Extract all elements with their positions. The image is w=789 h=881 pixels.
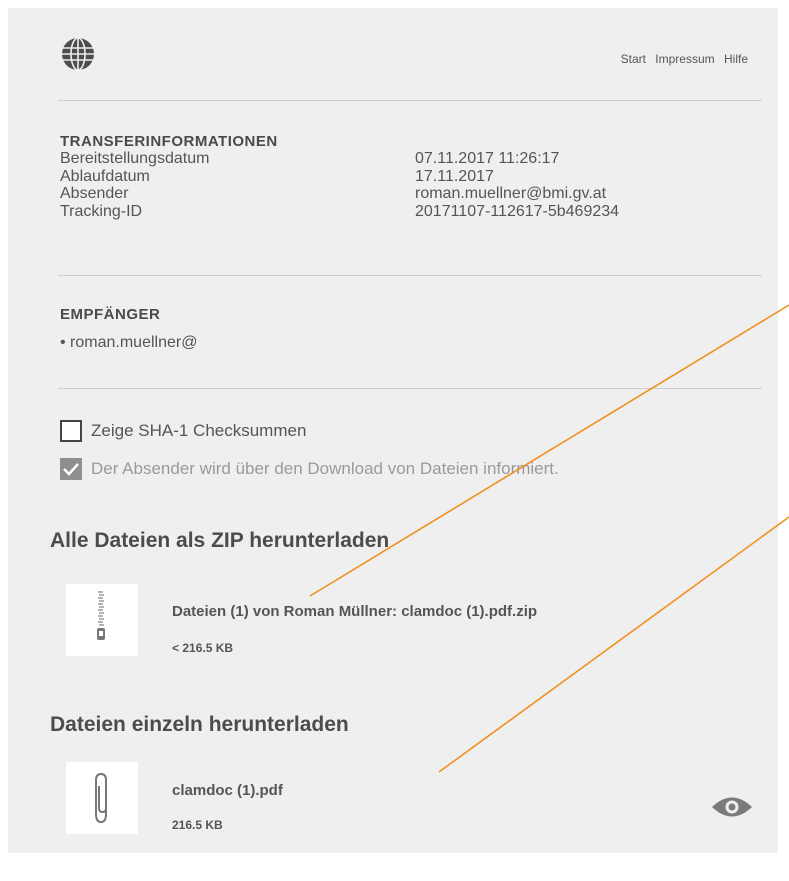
- info-value-absender: roman.muellner@bmi.gv.at: [415, 185, 607, 202]
- info-label-ablaufdatum: Ablaufdatum: [60, 168, 150, 185]
- zip-thumbnail[interactable]: [66, 584, 138, 656]
- paperclip-icon: [95, 772, 107, 824]
- zip-file-link[interactable]: Dateien (1) von Roman Müllner: clamdoc (…: [172, 603, 537, 620]
- nav-start-link[interactable]: Start: [621, 52, 646, 66]
- sha1-checkbox-label[interactable]: Zeige SHA-1 Checksummen: [91, 421, 306, 441]
- info-label-absender: Absender: [60, 185, 129, 202]
- nav-hilfe-link[interactable]: Hilfe: [724, 52, 748, 66]
- pdf-file-link[interactable]: clamdoc (1).pdf: [172, 782, 283, 799]
- info-value-tracking-id: 20171107-112617-5b469234: [415, 203, 620, 220]
- recipients-title: EMPFÄNGER: [60, 306, 161, 323]
- divider: [58, 100, 762, 101]
- zip-icon: [97, 591, 105, 640]
- info-label-tracking-id: Tracking-ID: [60, 203, 143, 220]
- info-label-bereitstellungsdatum: Bereitstellungsdatum: [60, 150, 210, 167]
- checkmark-icon: [63, 463, 79, 476]
- zip-section-title: Alle Dateien als ZIP herunterladen: [50, 529, 390, 552]
- transfer-info-title: TRANSFERINFORMATIONEN: [60, 133, 278, 150]
- single-files-section-title: Dateien einzeln herunterladen: [50, 713, 349, 736]
- pdf-thumbnail[interactable]: [66, 762, 138, 834]
- top-navigation: Start Impressum Hilfe: [615, 52, 748, 66]
- recipient-item: • roman.muellner@: [60, 334, 198, 351]
- eye-icon[interactable]: [710, 794, 754, 820]
- notify-checkbox-label: Der Absender wird über den Download von …: [91, 459, 559, 478]
- divider: [58, 388, 762, 389]
- divider: [58, 275, 762, 276]
- info-value-bereitstellungsdatum: 07.11.2017 11:26:17: [415, 150, 560, 167]
- download-panel: Start Impressum Hilfe TRANSFERINFORMATIO…: [8, 8, 778, 853]
- globe-icon: [62, 37, 94, 71]
- pdf-file-size: 216.5 KB: [172, 818, 223, 832]
- info-value-ablaufdatum: 17.11.2017: [415, 168, 494, 185]
- notify-checkbox: [60, 458, 82, 480]
- sha1-checkbox[interactable]: [60, 420, 82, 442]
- nav-impressum-link[interactable]: Impressum: [655, 52, 714, 66]
- zip-file-size: < 216.5 KB: [172, 641, 234, 655]
